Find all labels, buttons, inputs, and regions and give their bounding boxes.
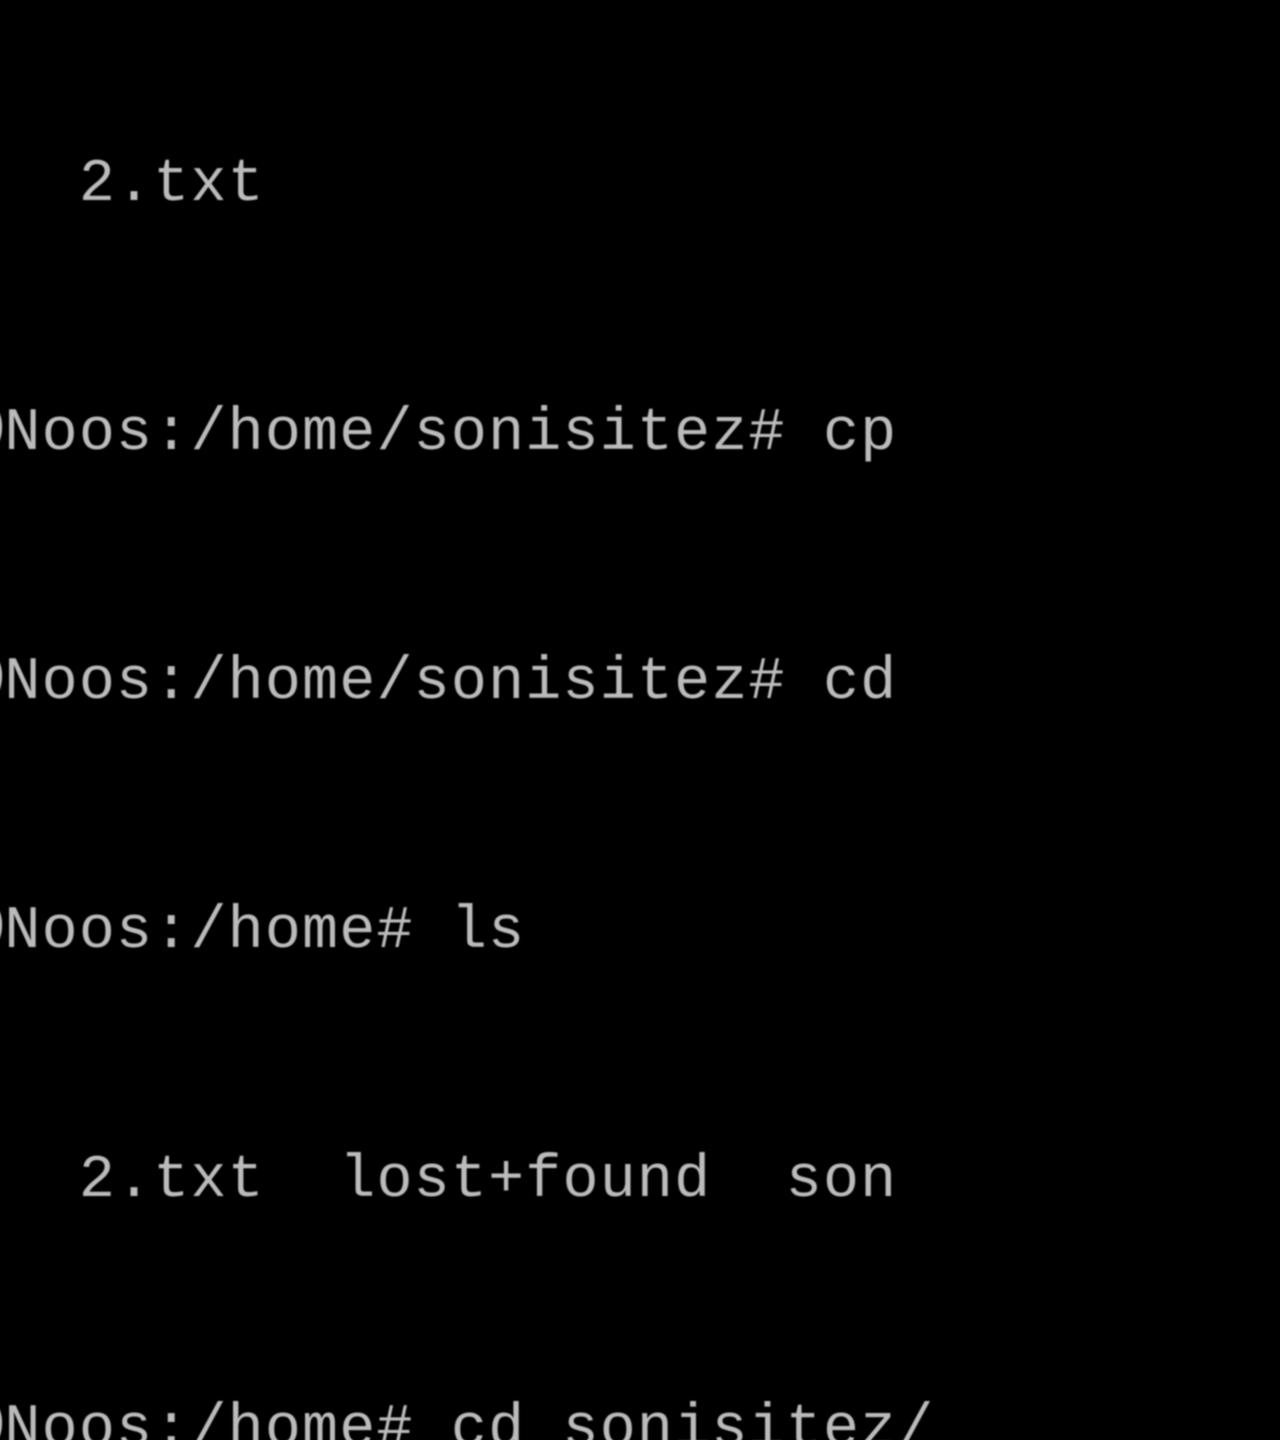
terminal-line: xt 2.txt lost+found son	[0, 1140, 935, 1223]
terminal-line: t@Noos:/home# ls	[0, 891, 935, 974]
terminal-line: t@Noos:/home# cd sonisitez/	[0, 1389, 935, 1440]
terminal-line: t@Noos:/home/sonisitez# cp	[0, 393, 935, 476]
terminal-line: xt 2.txt	[0, 144, 935, 227]
terminal-line: t@Noos:/home/sonisitez# cd	[0, 642, 935, 725]
terminal-output[interactable]: xt 2.txt t@Noos:/home/sonisitez# cp t@No…	[0, 0, 935, 1440]
